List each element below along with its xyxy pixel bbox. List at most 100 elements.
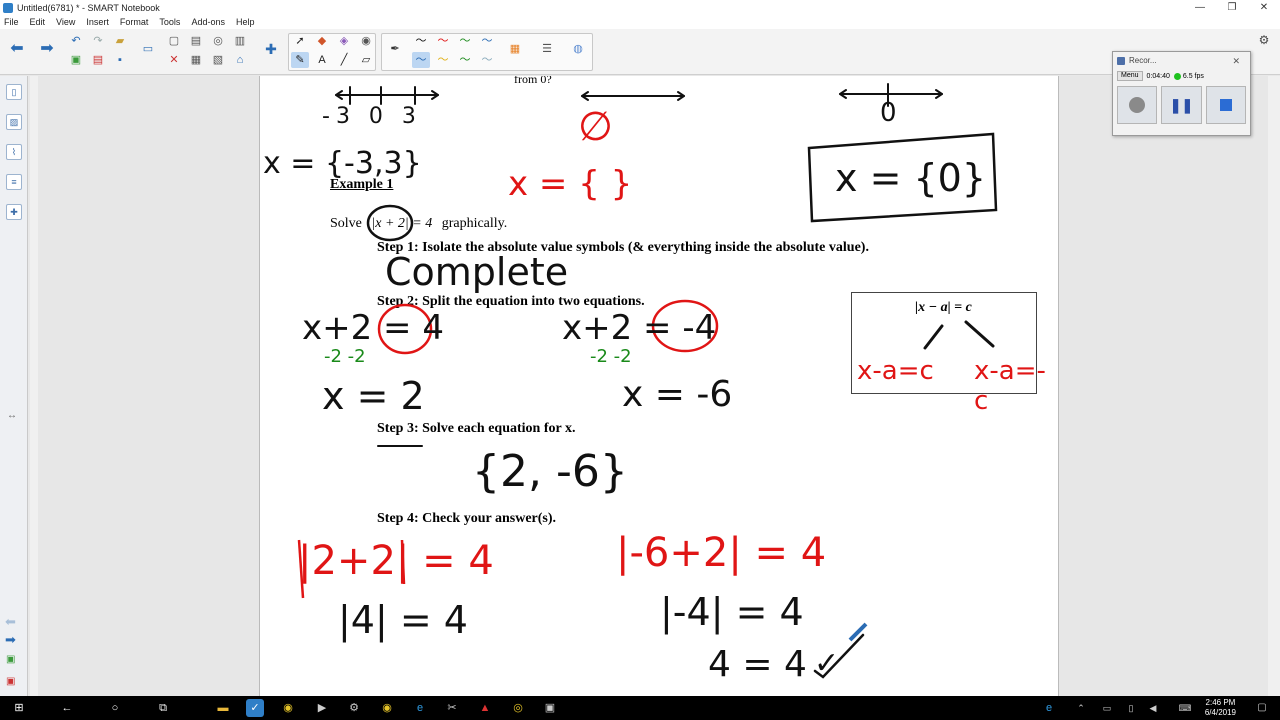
internet-explorer-icon[interactable]: e	[411, 699, 429, 717]
menu-edit[interactable]: Edit	[30, 15, 46, 29]
eraser-icon[interactable]: ◉	[357, 33, 375, 49]
chrome-profile-icon[interactable]: ◉	[378, 699, 396, 717]
close-button[interactable]: ✕	[1248, 0, 1280, 15]
menu-tools[interactable]: Tools	[159, 15, 180, 29]
notebook-page[interactable]: from 0? Example 1 Solve |x + 2| = 4 grap…	[259, 76, 1059, 696]
recorder-close-icon[interactable]: ✕	[1232, 52, 1240, 70]
add-ons-panel-icon[interactable]: ✚	[6, 204, 22, 220]
properties-panel-icon[interactable]: ≡	[6, 174, 22, 190]
add-page-icon[interactable]: ▣	[67, 52, 85, 68]
vertical-scrollbar[interactable]	[1268, 76, 1280, 696]
paste-icon[interactable]: ▢	[165, 33, 183, 49]
sidebar-previous-icon[interactable]: ⬅	[5, 614, 16, 630]
minimize-button[interactable]: —	[1184, 0, 1216, 15]
menu-add-ons[interactable]: Add-ons	[191, 15, 225, 29]
back-arrow-icon[interactable]: ←	[58, 699, 76, 717]
fill-icon[interactable]: ◈	[335, 33, 353, 49]
media-player-icon[interactable]: ▶	[313, 699, 331, 717]
previous-page-icon[interactable]: ⬅	[8, 41, 26, 57]
ink-check-right-1: |-6+2| = 4	[616, 530, 827, 576]
display-screen-icon[interactable]: ▭	[139, 41, 157, 57]
power-icon[interactable]: ▭	[1098, 699, 1116, 717]
settings-app-icon[interactable]: ⚙	[345, 699, 363, 717]
menu-insert[interactable]: Insert	[86, 15, 109, 29]
save-icon[interactable]: ▪	[111, 52, 129, 68]
chrome-icon[interactable]: ◉	[279, 699, 297, 717]
shapes-icon[interactable]: ◆	[313, 33, 331, 49]
clock-date: 6/4/2019	[1204, 708, 1236, 717]
attachments-paperclip-icon[interactable]: ⌇	[6, 144, 22, 160]
line-style-icon[interactable]: ☰	[538, 41, 556, 57]
restore-button[interactable]: ❐	[1216, 0, 1248, 15]
windows-start-icon[interactable]: ⊞	[10, 699, 28, 717]
notifications-icon[interactable]: ▢	[1253, 699, 1271, 717]
cortana-search-icon[interactable]: ○	[106, 699, 124, 717]
undo-icon[interactable]: ↶	[67, 33, 85, 49]
volume-icon[interactable]: ◀	[1144, 699, 1162, 717]
sidebar-next-icon[interactable]: ➡	[5, 632, 16, 648]
edge-tray-icon[interactable]: e	[1040, 699, 1058, 717]
magnifier-icon[interactable]: ◎	[209, 33, 227, 49]
screen-shade-icon[interactable]: ▤	[187, 33, 205, 49]
smart-notebook-taskbar-icon[interactable]: ✓	[246, 699, 264, 717]
pen-blue-icon[interactable]: 〜	[478, 33, 496, 49]
pen-icon[interactable]: ✎	[291, 52, 309, 68]
sidebar-add-page-icon[interactable]: ▣	[6, 654, 15, 665]
line-icon[interactable]: ╱	[335, 52, 353, 68]
ink-check-right-3: 4 = 4	[708, 644, 807, 685]
pen-black-icon[interactable]: 〜	[412, 33, 430, 49]
snipping-tool-icon[interactable]: ✂	[443, 699, 461, 717]
ink-box-right: x-a=-c	[974, 356, 1046, 416]
panel-resize-arrows-icon[interactable]: ↔	[7, 410, 17, 421]
next-page-icon[interactable]: ➡	[38, 41, 56, 57]
menu-help[interactable]: Help	[236, 15, 255, 29]
color-palette-icon[interactable]: ▦	[506, 41, 524, 57]
left-panel-scrollbar[interactable]	[30, 76, 38, 696]
delete-page-icon[interactable]: ▤	[89, 52, 107, 68]
menu-bar: File Edit View Insert Format Tools Add-o…	[0, 15, 1280, 29]
record-button[interactable]	[1117, 86, 1158, 124]
pen-red-icon[interactable]: 〜	[434, 33, 452, 49]
eraser-tool-icon[interactable]: ▱	[357, 52, 375, 68]
open-file-icon[interactable]: ▰	[111, 33, 129, 49]
recorder-window[interactable]: Recor... ✕ Menu 0:04:40 6.5 fps ❚❚	[1112, 51, 1251, 136]
document-camera-icon[interactable]: ▥	[231, 33, 249, 49]
show-hidden-icons-icon[interactable]: ⌃	[1072, 699, 1090, 717]
keyboard-icon[interactable]: ⌨	[1176, 699, 1194, 717]
highlighter-yellow-icon[interactable]: 〜	[434, 52, 452, 68]
ink-box-left: x-a=c	[857, 356, 934, 386]
app-icon[interactable]: ▣	[541, 699, 559, 717]
file-explorer-icon[interactable]: ▬	[214, 699, 232, 717]
highlighter-green-icon[interactable]: 〜	[456, 52, 474, 68]
delete-icon[interactable]: ✕	[165, 52, 183, 68]
home-icon[interactable]: ⌂	[231, 52, 249, 68]
system-clock[interactable]: 2:46 PM 6/4/2019	[1205, 698, 1236, 718]
settings-gear-icon[interactable]: ⚙	[1256, 33, 1272, 49]
properties-icon[interactable]: ◍	[569, 41, 587, 57]
redo-icon[interactable]: ↷	[89, 33, 107, 49]
page-sorter-icon[interactable]: ▯	[6, 84, 22, 100]
pen-green-icon[interactable]: 〜	[456, 33, 474, 49]
pause-button[interactable]: ❚❚	[1161, 86, 1202, 124]
task-view-icon[interactable]: ⧉	[154, 699, 172, 717]
text-icon[interactable]: A	[313, 52, 331, 68]
norton-icon[interactable]: ◎	[509, 699, 527, 717]
menu-view[interactable]: View	[56, 15, 75, 29]
table-icon[interactable]: ▦	[187, 52, 205, 68]
gallery-icon[interactable]: ▨	[6, 114, 22, 130]
pen-type-icon[interactable]: ✒	[386, 41, 404, 57]
select-arrow-icon[interactable]: ➚	[291, 33, 309, 49]
acrobat-icon[interactable]: ▲	[476, 699, 494, 717]
sidebar-delete-page-icon[interactable]: ▣	[6, 676, 15, 687]
recorder-menu-dropdown[interactable]: Menu	[1117, 71, 1143, 81]
menu-file[interactable]: File	[4, 15, 19, 29]
insert-icon[interactable]: ▧	[209, 52, 227, 68]
network-icon[interactable]: ▯	[1122, 699, 1140, 717]
clock-time: 2:46 PM	[1205, 698, 1236, 707]
stop-button[interactable]	[1205, 86, 1246, 124]
highlighter-blue-icon[interactable]: 〜	[478, 52, 496, 68]
add-ons-puzzle-icon[interactable]: ✚	[262, 41, 280, 57]
menu-format[interactable]: Format	[120, 15, 149, 29]
pen-selected-icon[interactable]: 〜	[412, 52, 430, 68]
ink-eq-left: x+2 = 4	[302, 308, 444, 348]
